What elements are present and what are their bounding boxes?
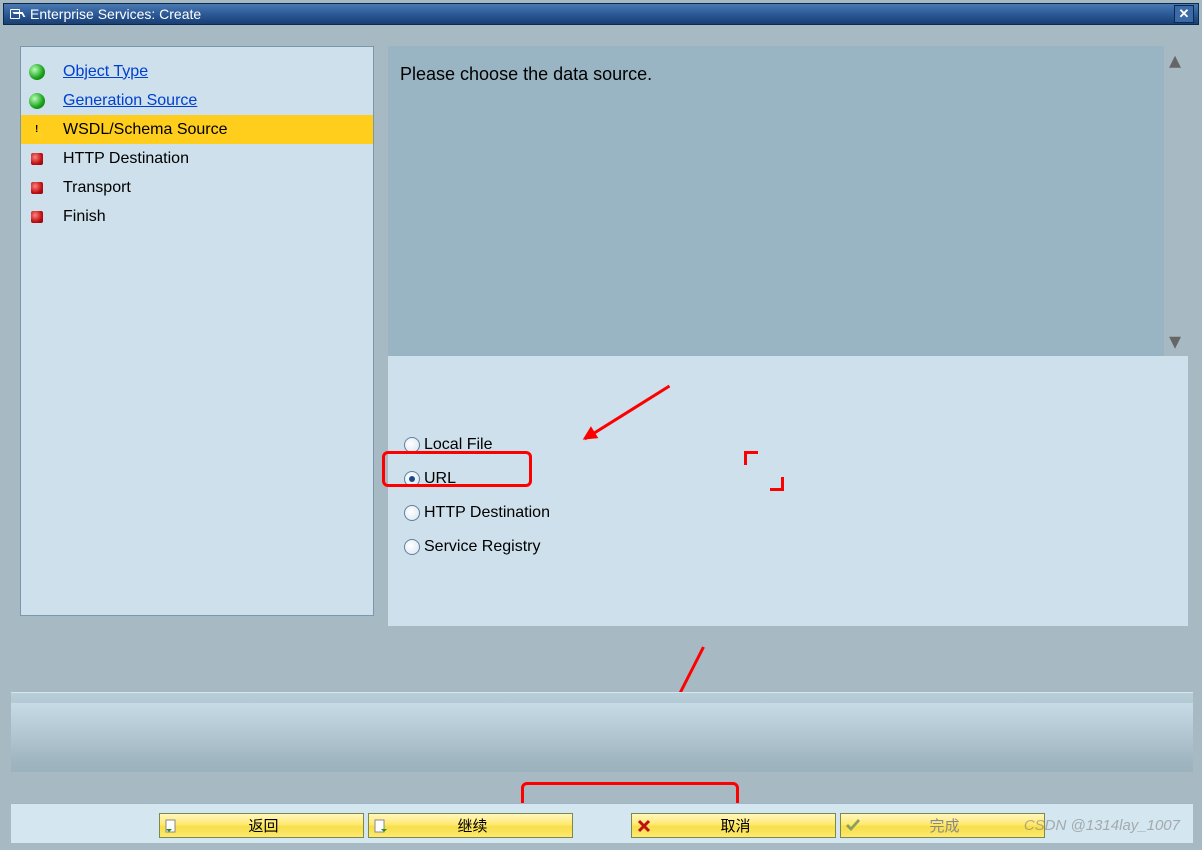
wizard-step-5: Finish <box>21 202 373 231</box>
status-green-icon <box>29 64 45 80</box>
status-yellow-icon <box>29 122 45 138</box>
radio-label: Service Registry <box>424 538 540 556</box>
cancel-button[interactable]: 取消 <box>631 813 836 838</box>
radio-option-http-destination[interactable]: HTTP Destination <box>400 496 550 530</box>
decorative-stripe <box>11 692 1193 772</box>
radio-button-icon[interactable] <box>404 471 420 487</box>
radio-label: Local File <box>424 436 492 454</box>
page-back-icon <box>161 815 183 837</box>
radio-button-icon[interactable] <box>404 539 420 555</box>
close-button[interactable]: ✕ <box>1174 5 1194 23</box>
status-red-icon <box>29 151 45 167</box>
radio-button-icon[interactable] <box>404 505 420 521</box>
window-title: Enterprise Services: Create <box>30 6 201 22</box>
radio-label: HTTP Destination <box>424 504 550 522</box>
wizard-step-label: Finish <box>63 208 106 226</box>
wizard-step-label: HTTP Destination <box>63 150 189 168</box>
radio-label: URL <box>424 470 456 488</box>
instruction-panel: Please choose the data source. <box>388 46 1164 356</box>
radio-option-local-file[interactable]: Local File <box>400 428 550 462</box>
wizard-step-label: WSDL/Schema Source <box>63 121 228 139</box>
wizard-button-bar: 返回 继续 取消 完成 <box>11 803 1193 843</box>
wizard-step-3: HTTP Destination <box>21 144 373 173</box>
wizard-step-label: Transport <box>63 179 131 197</box>
continue-button[interactable]: 继续 <box>368 813 573 838</box>
wizard-step-label[interactable]: Generation Source <box>63 92 197 110</box>
radio-button-icon[interactable] <box>404 437 420 453</box>
status-red-icon <box>29 209 45 225</box>
status-red-icon <box>29 180 45 196</box>
cancel-icon <box>633 815 655 837</box>
scroll-up-icon[interactable]: ▴ <box>1169 46 1181 75</box>
wizard-step-label[interactable]: Object Type <box>63 63 148 81</box>
radio-option-service-registry[interactable]: Service Registry <box>400 530 550 564</box>
wizard-step-0[interactable]: Object Type <box>21 57 373 86</box>
wizard-step-2: WSDL/Schema Source <box>21 115 373 144</box>
wizard-step-4: Transport <box>21 173 373 202</box>
wizard-step-1[interactable]: Generation Source <box>21 86 373 115</box>
title-bar: Enterprise Services: Create ✕ <box>3 3 1199 25</box>
radio-option-url[interactable]: URL <box>400 462 550 496</box>
status-green-icon <box>29 93 45 109</box>
page-next-icon <box>370 815 392 837</box>
options-panel: Local File URL HTTP Destination Service Reg… <box>388 356 1188 626</box>
scroll-down-icon[interactable]: ▾ <box>1169 327 1181 356</box>
instruction-scrollbar[interactable]: ▴ ▾ <box>1160 46 1190 356</box>
wizard-steps-panel: Object Type Generation Source WSDL/Schema … <box>20 46 374 616</box>
finish-icon <box>842 815 864 837</box>
instruction-text: Please choose the data source. <box>388 46 1164 103</box>
finish-button: 完成 <box>840 813 1045 838</box>
back-button[interactable]: 返回 <box>159 813 364 838</box>
app-icon <box>8 6 24 22</box>
